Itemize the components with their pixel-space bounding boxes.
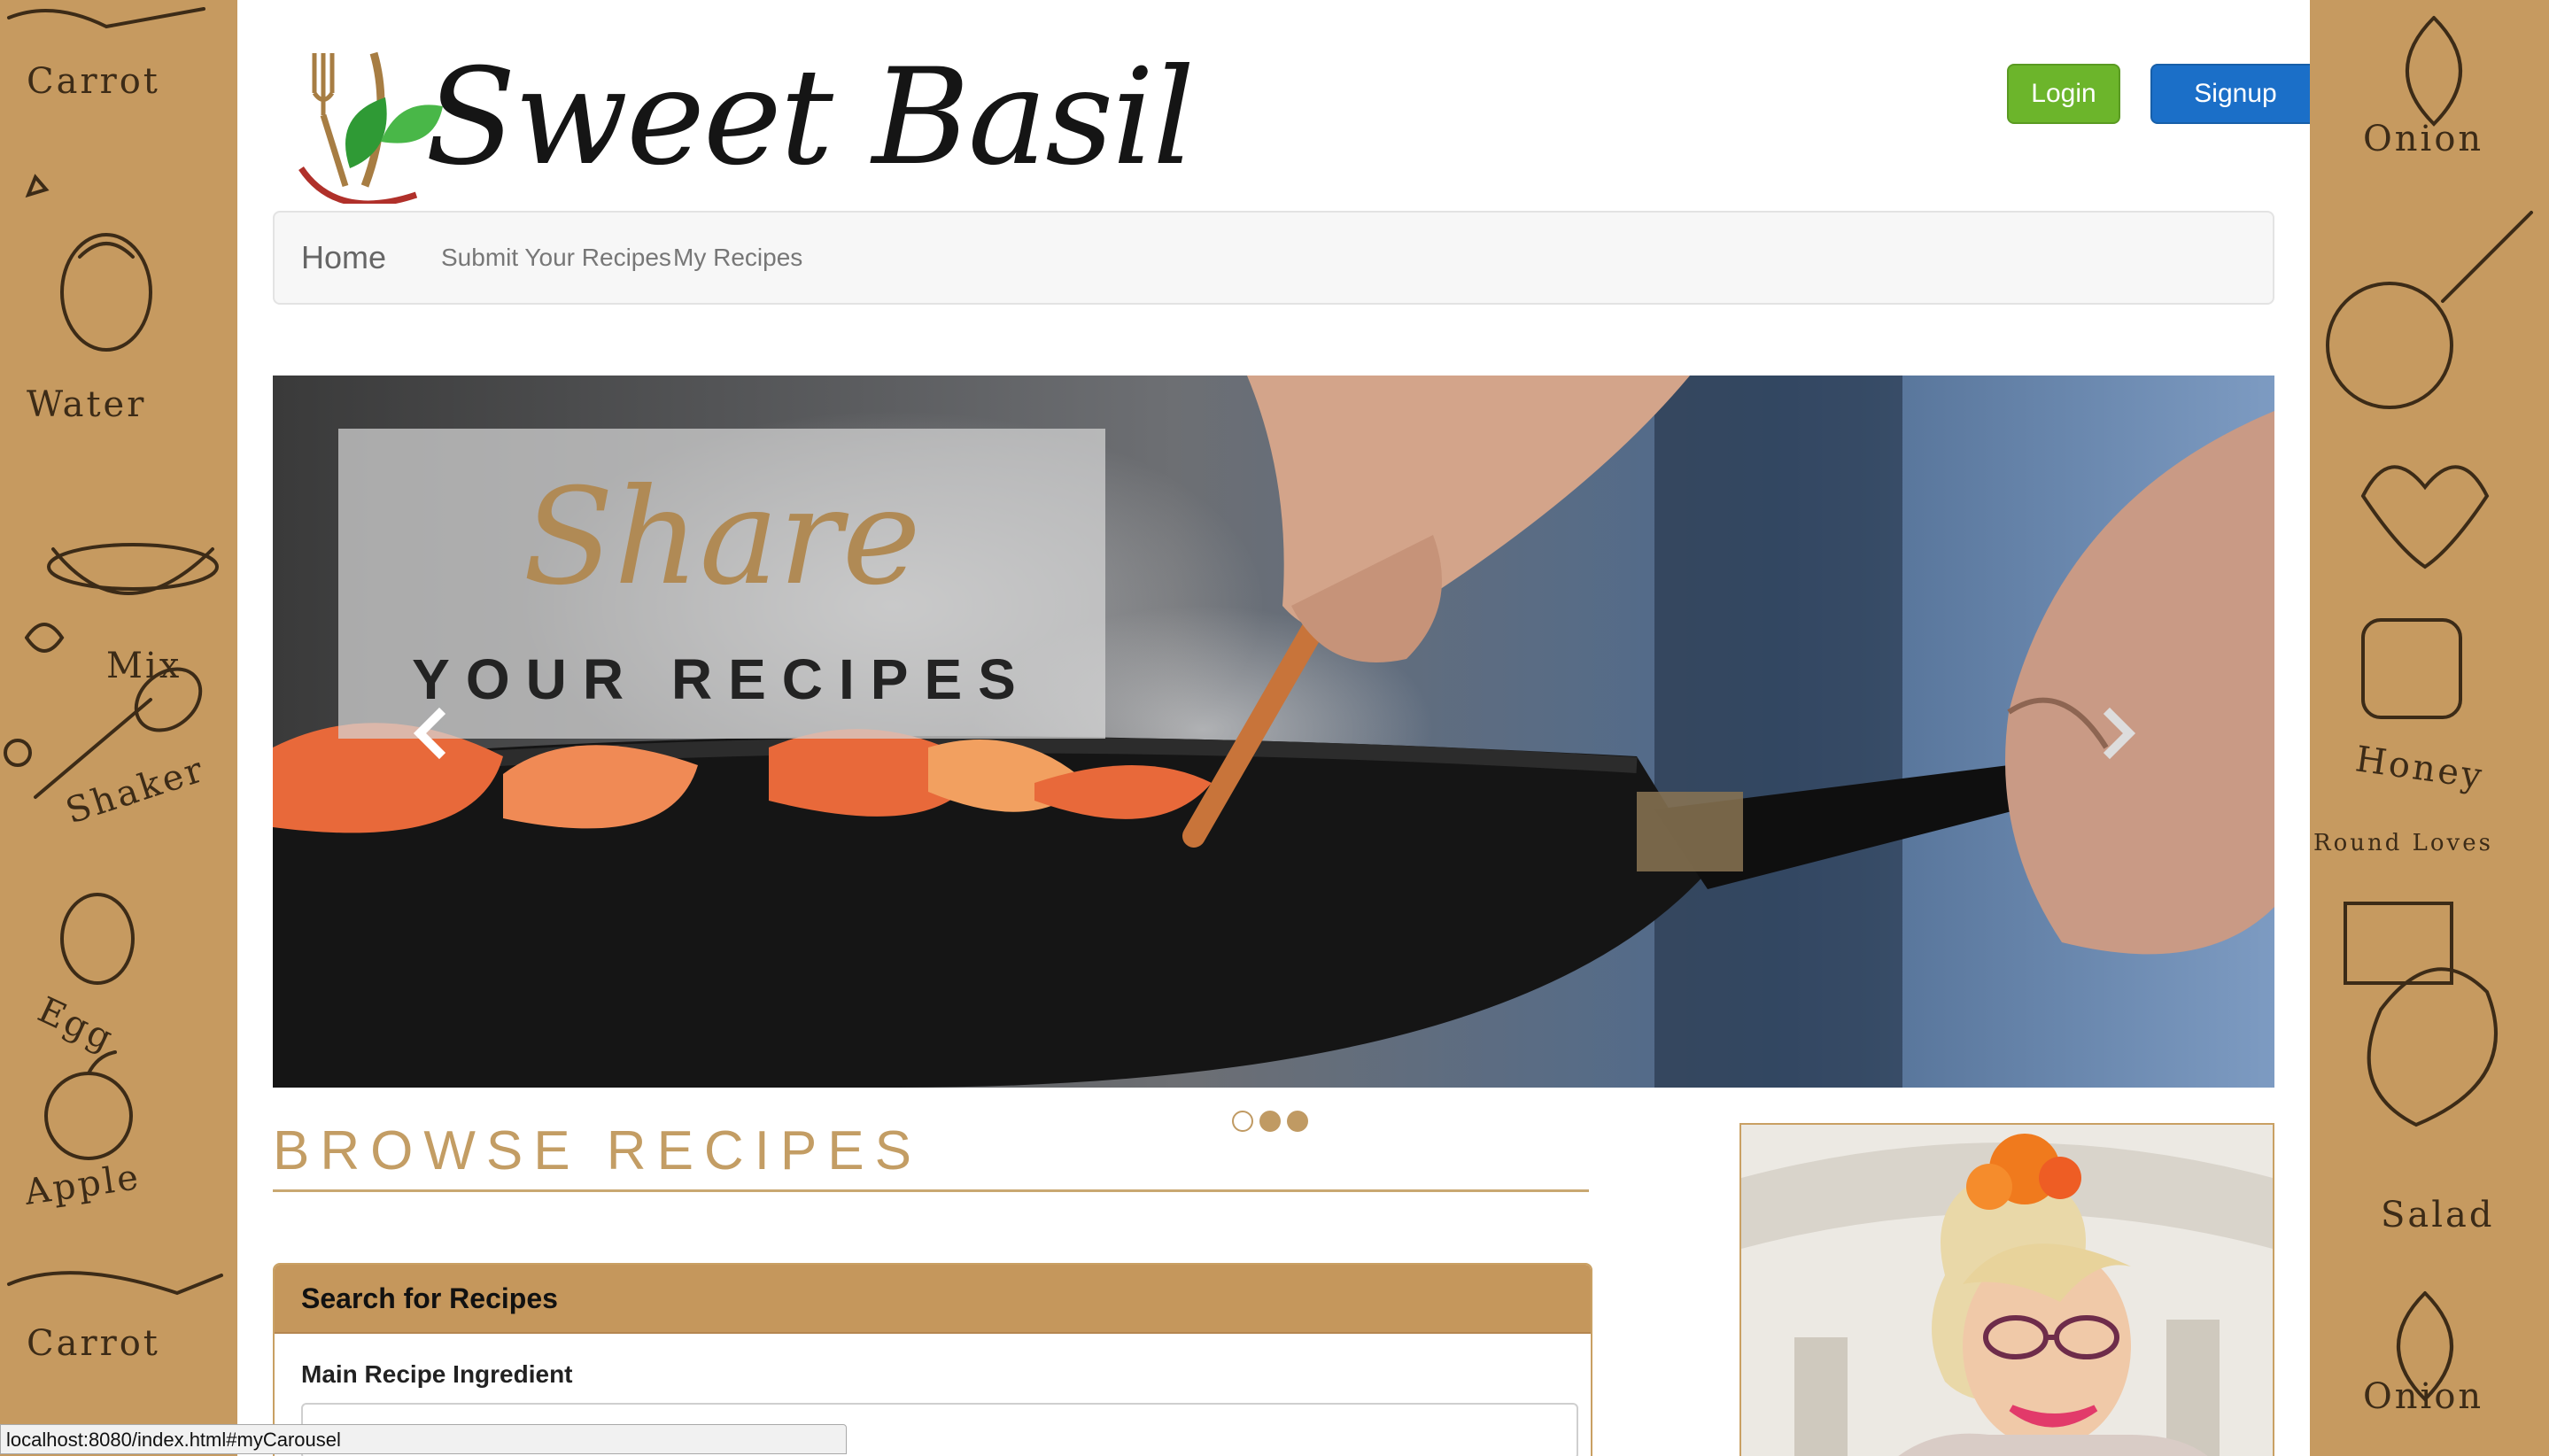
carousel-next-button[interactable]: [2090, 707, 2143, 760]
doodle-label-apple: Apple: [21, 1157, 143, 1213]
doodle-label-onion: Onion: [2363, 119, 2483, 159]
browser-status-bar: localhost:8080/index.html#myCarousel: [0, 1424, 847, 1454]
doodle-label-honey: Honey: [2353, 739, 2487, 797]
chef-profile-photo: [1739, 1123, 2274, 1456]
chevron-left-icon: [413, 707, 446, 760]
chef-portrait-image: [1741, 1125, 2273, 1456]
search-panel-heading: Search for Recipes: [275, 1265, 1591, 1334]
nav-submit-recipes-link[interactable]: Submit Your Recipes: [441, 213, 671, 303]
page-container: Sweet Basil Login Signup Home Submit You…: [237, 0, 2310, 1456]
doodle-label-mix: Mix: [106, 646, 182, 686]
doodle-label-carrot-2: Carrot: [27, 1323, 160, 1364]
signup-button[interactable]: Signup: [2150, 64, 2310, 124]
main-navbar: Home Submit Your Recipes My Recipes: [273, 211, 2274, 305]
caption-script-text: Share: [523, 461, 921, 615]
main-ingredient-label: Main Recipe Ingredient: [301, 1360, 573, 1388]
doodle-label-water: Water: [27, 384, 146, 425]
left-doodle-background: Carrot Water Mix Shaker Egg Apple Carrot: [0, 0, 237, 1456]
caption-subtitle: YOUR RECIPES: [412, 647, 1032, 711]
carousel-prev-button[interactable]: [406, 707, 459, 760]
right-doodle-background: Onion Honey Round Loves Salad Onion: [2310, 0, 2549, 1456]
doodle-label-shaker: Shaker: [61, 749, 210, 833]
nav-home-link[interactable]: Home: [301, 213, 386, 303]
browse-recipes-heading: BROWSE RECIPES: [273, 1120, 922, 1181]
login-button[interactable]: Login: [2007, 64, 2120, 124]
chevron-right-icon: [2103, 707, 2136, 760]
doodle-label-round-loves: Round Loves: [2313, 830, 2493, 856]
nav-my-recipes-link[interactable]: My Recipes: [673, 213, 802, 303]
site-logo[interactable]: Sweet Basil: [275, 35, 1231, 207]
doodle-label-salad: Salad: [2381, 1195, 2495, 1235]
heading-divider: [273, 1189, 1589, 1192]
doodle-label-carrot: Carrot: [27, 61, 160, 102]
carousel-caption: Share YOUR RECIPES: [338, 429, 1105, 739]
doodle-label-egg: Egg: [32, 989, 120, 1059]
brand-name: Sweet Basil: [425, 41, 1195, 195]
hero-carousel[interactable]: Share YOUR RECIPES: [273, 376, 2274, 1088]
doodle-label-onion-2: Onion: [2363, 1376, 2483, 1417]
